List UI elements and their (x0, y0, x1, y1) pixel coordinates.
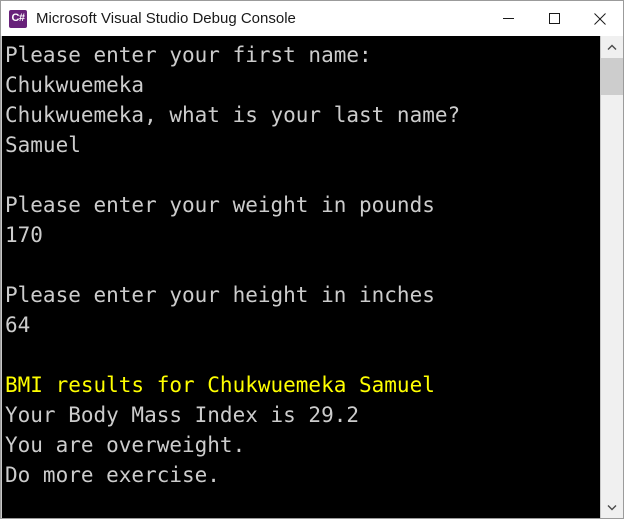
console-line: Please enter your height in inches (5, 283, 435, 307)
scrollbar-thumb[interactable] (601, 58, 623, 95)
window-controls (485, 1, 623, 36)
scrollbar-track[interactable] (601, 58, 623, 496)
window-title: Microsoft Visual Studio Debug Console (36, 10, 296, 27)
minimize-button[interactable] (485, 1, 531, 36)
close-icon (594, 12, 606, 25)
console-line: Chukwuemeka (5, 73, 145, 97)
chevron-up-icon (607, 44, 617, 50)
console-line: Samuel (5, 133, 81, 157)
vertical-scrollbar[interactable] (600, 36, 623, 518)
minimize-icon (502, 18, 514, 19)
console-line: 170 (5, 223, 43, 247)
close-button[interactable] (577, 1, 623, 36)
console-output[interactable]: Please enter your first name: Chukwuemeka… (1, 36, 600, 518)
console-line: Please enter your first name: (5, 43, 372, 67)
console-line: Do more exercise. (5, 463, 220, 487)
console-line: Chukwuemeka, what is your last name? (5, 103, 461, 127)
console-line: Your Body Mass Index is 29.2 (5, 403, 360, 427)
console-line: You are overweight. (5, 433, 246, 457)
debug-console-window: C# Microsoft Visual Studio Debug Console (0, 0, 624, 519)
console-line: Please enter your weight in pounds (5, 193, 435, 217)
scroll-up-button[interactable] (601, 36, 623, 58)
title-bar[interactable]: C# Microsoft Visual Studio Debug Console (1, 1, 623, 36)
chevron-down-icon (607, 504, 617, 510)
console-line: 64 (5, 313, 31, 337)
console-line: BMI results for Chukwuemeka Samuel (5, 373, 435, 397)
maximize-button[interactable] (531, 1, 577, 36)
csharp-console-icon: C# (9, 9, 27, 28)
console-body: Please enter your first name: Chukwuemeka… (1, 36, 623, 518)
maximize-icon (548, 13, 560, 24)
csharp-icon-glyph: C# (11, 12, 25, 24)
scroll-down-button[interactable] (601, 496, 623, 518)
